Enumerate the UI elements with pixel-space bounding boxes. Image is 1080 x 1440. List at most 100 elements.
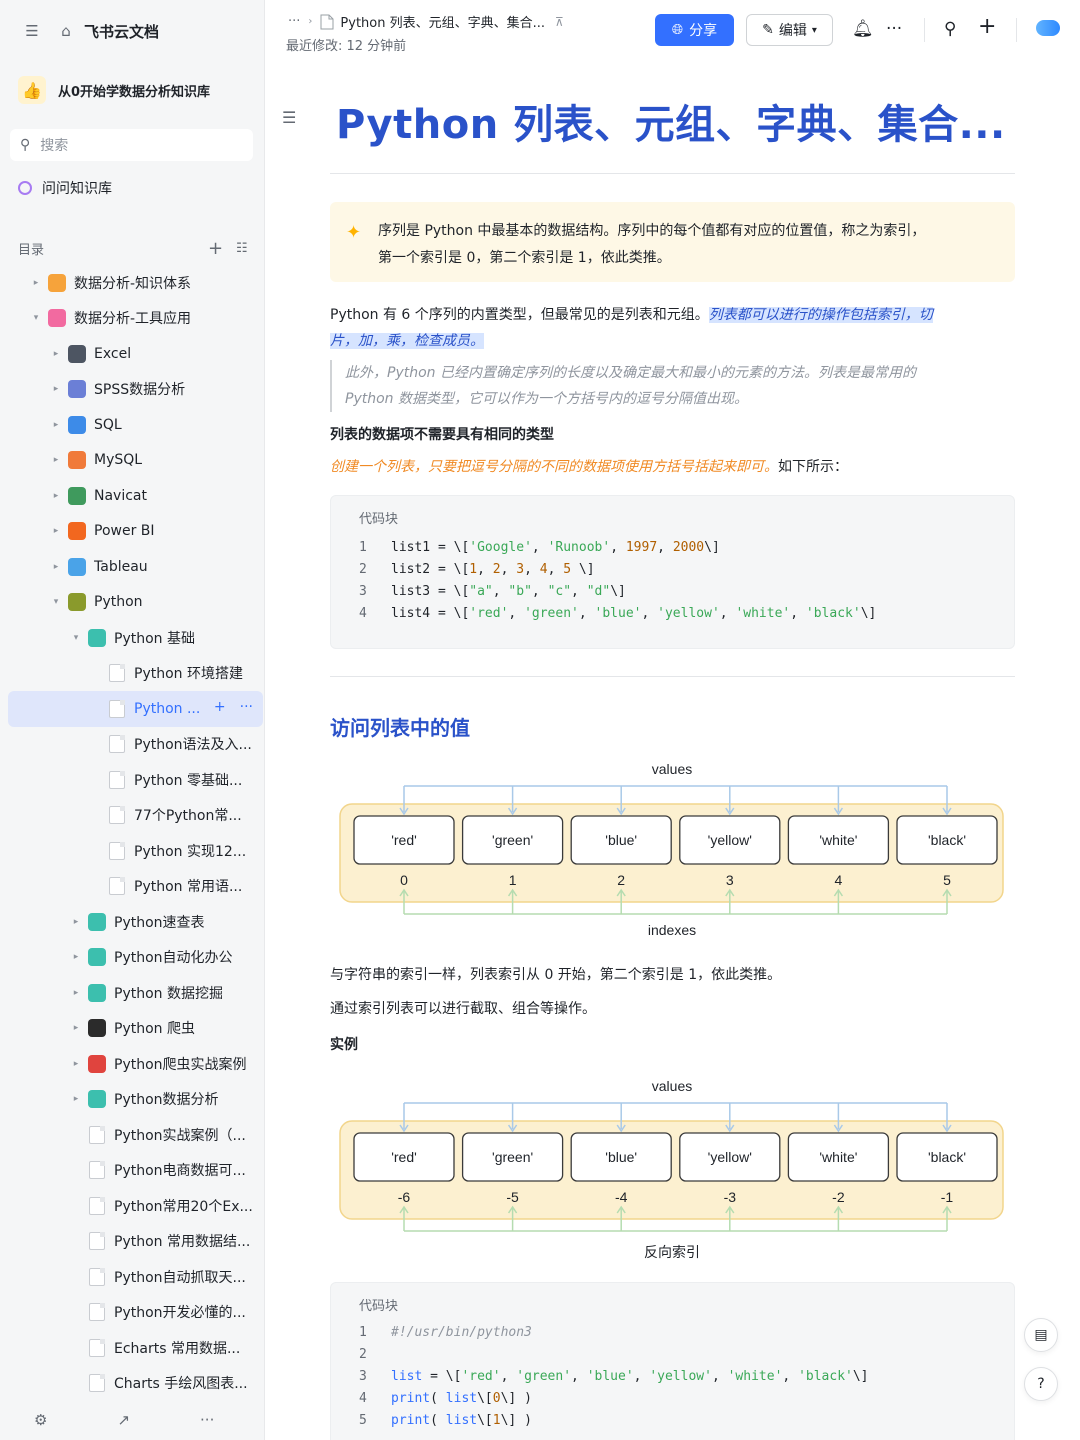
expand-arrow-icon[interactable]: ▸	[70, 952, 82, 962]
callout-block: ✦ 序列是 Python 中最基本的数据结构。序列中的每个值都有对应的位置值，称…	[330, 202, 1015, 282]
sidebar-item-12[interactable]: Python ... + ···	[8, 691, 263, 727]
code-block-1[interactable]: 代码块 1 list1 = \['Google', 'Runoob', 1997,…	[330, 495, 1015, 649]
sidebar-item-15[interactable]: 77个Python常...	[8, 798, 263, 834]
sidebar-item-1[interactable]: ▾ 数据分析-工具应用	[8, 301, 263, 337]
expand-arrow-icon[interactable]: ▾	[70, 633, 82, 643]
share-arrow-icon[interactable]: ↗	[117, 1411, 130, 1429]
expand-arrow-icon[interactable]: ▸	[50, 349, 62, 359]
paragraph-index-start: 与字符串的索引一样，列表索引从 0 开始，第二个索引是 1，依此类推。	[330, 967, 782, 983]
sidebar-item-21[interactable]: ▸ Python 爬虫	[8, 1011, 263, 1047]
sidebar-item-label: Python速查表	[114, 914, 205, 931]
expand-arrow-icon[interactable]: ▸	[70, 917, 82, 927]
sidebar-item-13[interactable]: Python语法及入...	[8, 727, 263, 763]
expand-arrow-icon[interactable]: ▸	[30, 278, 42, 288]
sidebar-item-8[interactable]: ▸ Tableau	[8, 549, 263, 585]
sidebar-item-label: Python 常用语...	[134, 879, 243, 896]
sidebar-item-9[interactable]: ▾ Python	[8, 585, 263, 621]
collapse-sidebar-icon[interactable]: ☰	[22, 21, 42, 41]
help-icon[interactable]: ?	[1024, 1367, 1058, 1401]
settings-icon[interactable]: ⚙	[34, 1411, 47, 1429]
index-label: -4	[615, 1189, 628, 1205]
breadcrumb-more[interactable]: ···	[288, 14, 300, 29]
add-page-icon[interactable]: +	[208, 238, 223, 259]
sidebar-item-31[interactable]: Charts 手绘风图表...	[8, 1366, 263, 1402]
more-options-icon[interactable]: ···	[886, 19, 902, 39]
sidebar-item-label: Python 数据挖掘	[114, 985, 223, 1002]
teal-folder-icon	[88, 912, 106, 931]
cloud-icon[interactable]	[1036, 20, 1060, 36]
sidebar-item-6[interactable]: ▸ Navicat	[8, 478, 263, 514]
share-button[interactable]: 🌐︎ 分享	[655, 14, 734, 46]
add-subpage-icon[interactable]: +	[214, 699, 226, 715]
expand-arrow-icon[interactable]: ▸	[70, 1094, 82, 1104]
callout-line-2: 第一个索引是 0，第二个索引是 1，依此类推。	[378, 250, 671, 266]
sidebar-item-2[interactable]: ▸ Excel	[8, 336, 263, 372]
expand-arrow-icon[interactable]: ▸	[50, 491, 62, 501]
bell-icon[interactable]: 🔔︎	[852, 19, 874, 39]
outline-icon[interactable]: ☰	[282, 108, 296, 127]
teal-folder-icon	[88, 628, 106, 647]
expand-arrow-icon[interactable]: ▸	[50, 526, 62, 536]
value-label: 'white'	[819, 832, 857, 848]
index-label: 5	[943, 872, 951, 888]
sidebar-item-25[interactable]: Python电商数据可...	[8, 1153, 263, 1189]
sidebar-item-28[interactable]: Python自动抓取天...	[8, 1259, 263, 1295]
sidebar-item-10[interactable]: ▾ Python 基础	[8, 620, 263, 656]
toc-menu-icon[interactable]: ☷	[236, 241, 248, 256]
expand-arrow-icon[interactable]: ▸	[70, 1059, 82, 1069]
expand-arrow-icon[interactable]: ▸	[70, 1023, 82, 1033]
paragraph-text: 如下所示：	[778, 459, 848, 475]
sidebar-item-label: Charts 手绘风图表...	[114, 1376, 248, 1393]
edit-button[interactable]: ✎ 编辑 ▾	[746, 14, 833, 46]
thumbs-up-icon: 👍	[18, 76, 46, 104]
search-input[interactable]: ⚲ 搜索	[10, 129, 253, 161]
value-label: 'yellow'	[708, 1149, 752, 1165]
sidebar-bottom-bar: ⚙ ↗ ···	[0, 1400, 265, 1440]
document-info-icon[interactable]: ▤	[1024, 1318, 1058, 1352]
more-icon[interactable]: ···	[200, 1411, 214, 1429]
sidebar-item-30[interactable]: Echarts 常用数据...	[8, 1330, 263, 1366]
expand-arrow-icon[interactable]: ▸	[50, 384, 62, 394]
sidebar-item-24[interactable]: Python实战案例（...	[8, 1117, 263, 1153]
sidebar-item-3[interactable]: ▸ SPSS数据分析	[8, 372, 263, 408]
new-page-icon[interactable]: +	[978, 14, 996, 39]
index-label: -6	[398, 1189, 411, 1205]
sidebar-item-14[interactable]: Python 零基础...	[8, 762, 263, 798]
sidebar-item-20[interactable]: ▸ Python 数据挖掘	[8, 975, 263, 1011]
sidebar-item-17[interactable]: Python 常用语...	[8, 869, 263, 905]
pin-icon[interactable]: ⊼	[555, 15, 564, 29]
sidebar-item-11[interactable]: Python 环境搭建	[8, 656, 263, 692]
globe-icon: 🌐︎	[671, 22, 684, 38]
sidebar-item-23[interactable]: ▸ Python数据分析	[8, 1082, 263, 1118]
sidebar-item-4[interactable]: ▸ SQL	[8, 407, 263, 443]
index-label: 0	[400, 872, 408, 888]
sidebar-item-0[interactable]: ▸ 数据分析-知识体系	[8, 265, 263, 301]
home-icon[interactable]: ⌂	[56, 21, 76, 41]
sidebar-item-label: Python 爬虫	[114, 1021, 195, 1038]
section-divider	[330, 676, 1015, 677]
sidebar-item-22[interactable]: ▸ Python爬虫实战案例	[8, 1046, 263, 1082]
sidebar-item-27[interactable]: Python 常用数据结...	[8, 1224, 263, 1260]
expand-arrow-icon[interactable]: ▾	[30, 313, 42, 323]
value-label: 'black'	[928, 832, 966, 848]
ask-knowledge-base-button[interactable]: 问问知识库	[18, 178, 112, 198]
expand-arrow-icon[interactable]: ▸	[50, 562, 62, 572]
last-modified: 最近修改: 12 分钟前	[286, 39, 407, 54]
breadcrumb-title[interactable]: Python 列表、元组、字典、集合...	[340, 12, 545, 31]
sidebar-item-19[interactable]: ▸ Python自动化办公	[8, 940, 263, 976]
code-block-2[interactable]: 代码块 1 #!/usr/bin/python3 2 3 list = \['red…	[330, 1282, 1015, 1440]
expand-arrow-icon[interactable]: ▸	[70, 988, 82, 998]
expand-arrow-icon[interactable]: ▸	[50, 455, 62, 465]
sidebar-item-18[interactable]: ▸ Python速查表	[8, 904, 263, 940]
sidebar-item-7[interactable]: ▸ Power BI	[8, 514, 263, 550]
more-icon[interactable]: ···	[240, 699, 253, 715]
knowledge-base-card[interactable]: 👍 从0开始学数据分析知识库	[10, 70, 255, 110]
expand-arrow-icon[interactable]: ▸	[50, 420, 62, 430]
row-actions: + ···	[214, 699, 253, 715]
sidebar-item-26[interactable]: Python常用20个Ex...	[8, 1188, 263, 1224]
sidebar-item-29[interactable]: Python开发必懂的...	[8, 1295, 263, 1331]
search-icon[interactable]: ⚲	[944, 19, 956, 39]
sidebar-item-5[interactable]: ▸ MySQL	[8, 443, 263, 479]
sidebar-item-16[interactable]: Python 实现12...	[8, 833, 263, 869]
expand-arrow-icon[interactable]: ▾	[50, 597, 62, 607]
